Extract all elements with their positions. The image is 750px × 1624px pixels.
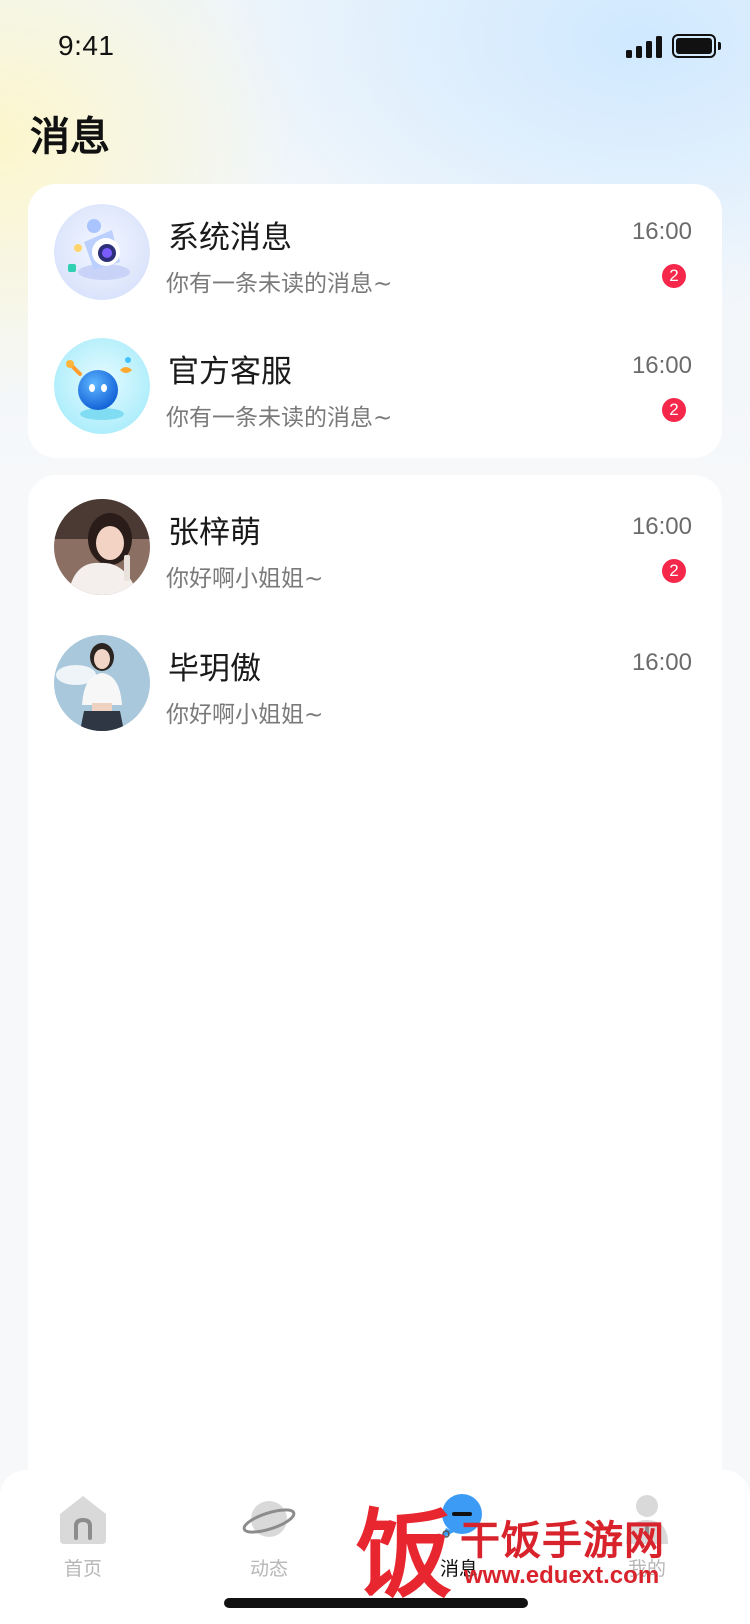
tab-home[interactable]: 首页 bbox=[28, 1492, 138, 1602]
watermark-logo: 饭 干饭手游网 www.eduext.com bbox=[352, 1500, 732, 1610]
thread-name: 官方客服 bbox=[168, 354, 292, 390]
watermark-glyph: 饭 bbox=[356, 1498, 452, 1611]
watermark-url: www.eduext.com bbox=[464, 1562, 660, 1589]
tab-moments[interactable]: 动态 bbox=[214, 1492, 324, 1602]
chat-name: 毕玥傲 bbox=[168, 651, 261, 687]
chat-preview: 你好啊小姐姐~ bbox=[166, 566, 324, 592]
list-item-chat[interactable]: 张梓萌 你好啊小姐姐~ 16:00 2 bbox=[28, 479, 722, 615]
unread-badge: 2 bbox=[662, 398, 686, 422]
planet-icon bbox=[242, 1492, 296, 1546]
thread-name: 系统消息 bbox=[168, 220, 292, 256]
chat-time: 16:00 bbox=[631, 513, 692, 540]
list-item-official-support[interactable]: 官方客服 你有一条未读的消息~ 16:00 2 bbox=[28, 318, 722, 454]
chat-list-card: 张梓萌 你好啊小姐姐~ 16:00 2 毕玥傲 你好啊小姐姐~ 16:00 bbox=[28, 475, 722, 1495]
chat-name: 张梓萌 bbox=[168, 515, 261, 551]
system-threads-card: 系统消息 你有一条未读的消息~ 16:00 2 官方客服 你有一条未读的消息~ … bbox=[28, 184, 722, 458]
tab-label: 首页 bbox=[63, 1558, 102, 1580]
list-item-system-message[interactable]: 系统消息 你有一条未读的消息~ 16:00 2 bbox=[28, 184, 722, 320]
bell-illustration-icon bbox=[54, 204, 150, 300]
list-item-chat[interactable]: 毕玥傲 你好啊小姐姐~ 16:00 bbox=[28, 615, 722, 751]
home-icon bbox=[56, 1492, 110, 1546]
watermark-title: 干饭手游网 bbox=[460, 1518, 665, 1564]
status-time: 9:41 bbox=[58, 30, 115, 61]
chat-time: 16:00 bbox=[631, 649, 692, 676]
thread-time: 16:00 bbox=[631, 218, 692, 245]
avatar bbox=[54, 499, 150, 595]
thread-time: 16:00 bbox=[631, 352, 692, 379]
battery-full-icon bbox=[672, 34, 721, 58]
chat-preview: 你好啊小姐姐~ bbox=[166, 702, 324, 728]
status-bar: 9:41 bbox=[0, 0, 750, 96]
home-indicator bbox=[224, 1598, 528, 1608]
avatar bbox=[54, 635, 150, 731]
tab-label: 动态 bbox=[249, 1558, 288, 1580]
robot-mascot-icon bbox=[54, 338, 150, 434]
unread-badge: 2 bbox=[662, 559, 686, 583]
thread-preview: 你有一条未读的消息~ bbox=[166, 405, 393, 431]
unread-badge: 2 bbox=[662, 264, 686, 288]
thread-preview: 你有一条未读的消息~ bbox=[166, 271, 393, 297]
page-title: 消息 bbox=[30, 114, 110, 160]
signal-bars-icon bbox=[626, 36, 662, 58]
